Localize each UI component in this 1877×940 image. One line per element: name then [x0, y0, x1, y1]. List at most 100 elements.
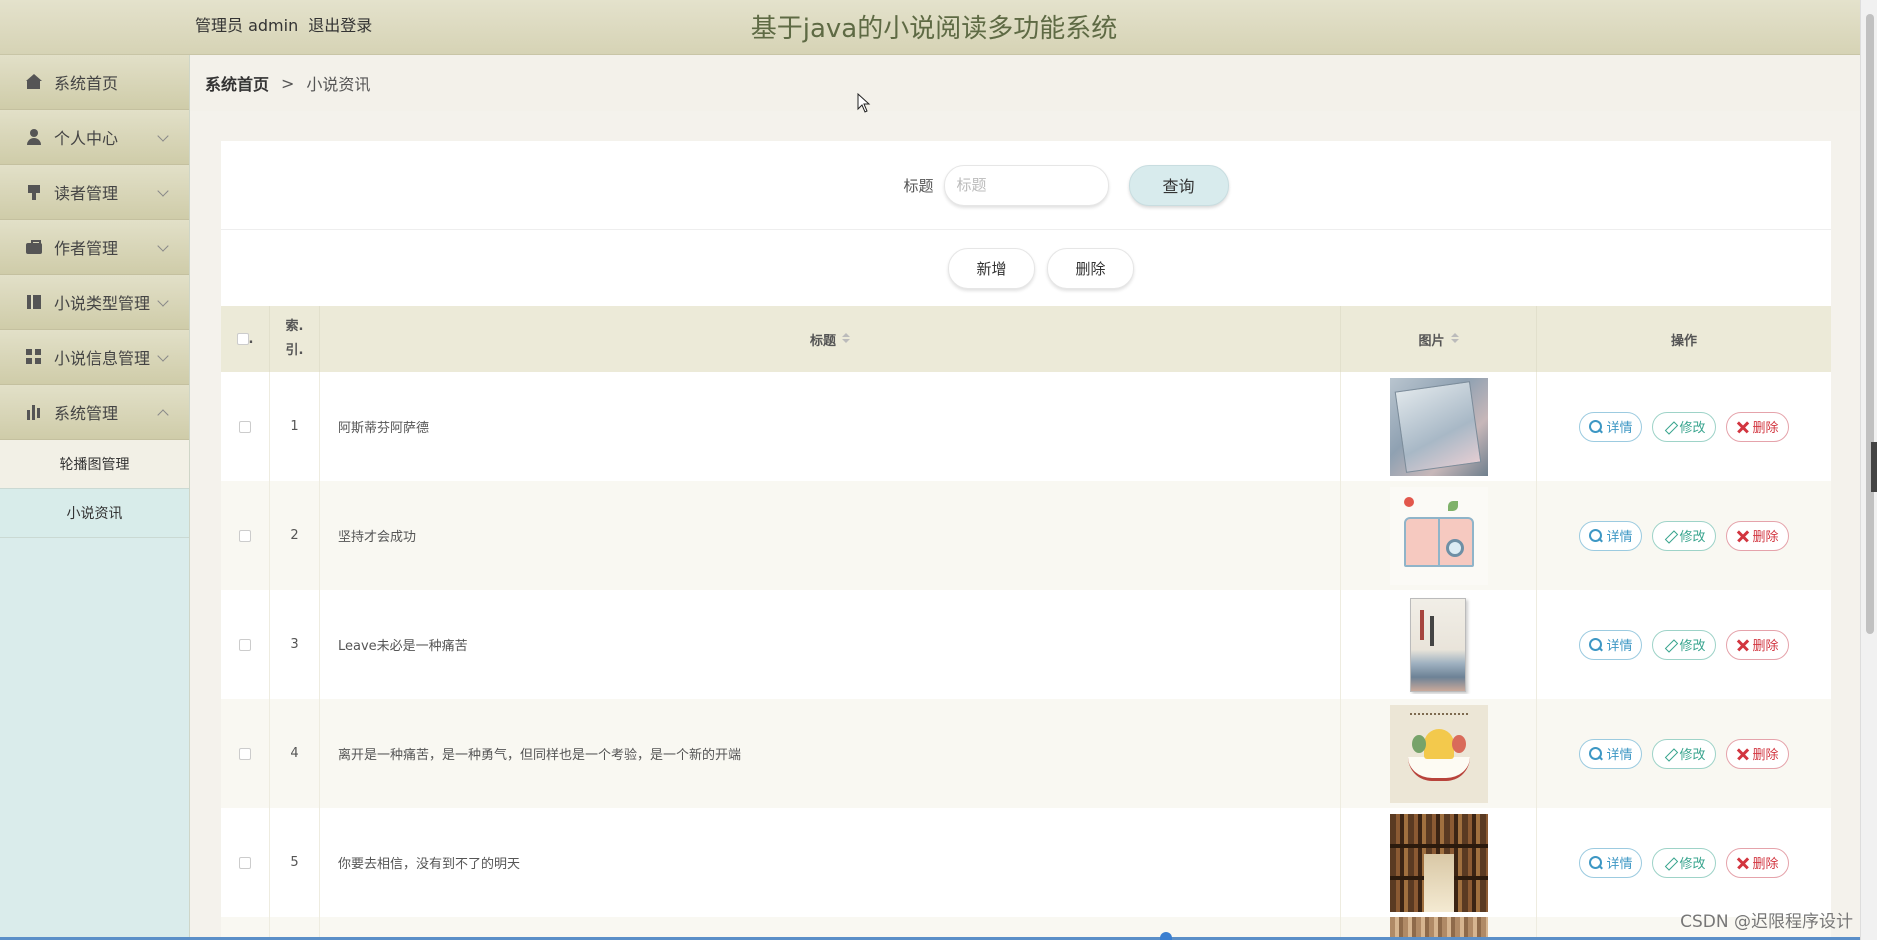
row-image-cell [1341, 481, 1537, 590]
table-header: . 索. 引. 标题 图片 操作 [221, 306, 1831, 372]
header-ops: 操作 [1670, 333, 1697, 349]
breadcrumb: 系统首页 > 小说资讯 [190, 55, 1860, 111]
row-index: 2 [270, 481, 320, 590]
edit-button[interactable]: 修改 [1652, 847, 1716, 878]
title-search-input[interactable] [943, 164, 1109, 206]
row-checkbox[interactable] [239, 638, 251, 651]
row-checkbox-cell [221, 808, 270, 917]
scrollbar-thumb[interactable] [1866, 14, 1874, 634]
sidebar-item-authors[interactable]: 作者管理 [0, 220, 189, 275]
edit-label: 修改 [1679, 639, 1706, 654]
table-row: 2 坚持才会成功 详情 修改 删除 [221, 481, 1831, 590]
sidebar-item-label: 读者管理 [54, 184, 119, 203]
header-image[interactable]: 图片 [1341, 306, 1537, 372]
query-button[interactable]: 查询 [1128, 164, 1229, 206]
row-checkbox[interactable] [239, 747, 251, 760]
row-index: 3 [270, 590, 320, 699]
header-index: 索. 引. [270, 306, 320, 372]
edit-label: 修改 [1679, 857, 1706, 872]
row-ops: 详情 修改 删除 [1537, 372, 1831, 481]
search-icon [1589, 746, 1603, 761]
detail-label: 详情 [1606, 748, 1633, 763]
sidebar-item-personal-center[interactable]: 个人中心 [0, 110, 189, 165]
detail-label: 详情 [1606, 857, 1633, 872]
row-title: Leave未必是一种痛苦 [320, 590, 1341, 699]
edit-button[interactable]: 修改 [1652, 738, 1716, 769]
pencil-icon [1662, 529, 1676, 543]
delete-label: 删除 [1752, 530, 1779, 545]
close-icon [1736, 638, 1750, 652]
book-icon [26, 294, 42, 310]
detail-label: 详情 [1606, 530, 1633, 545]
delete-button[interactable]: 删除 [1725, 847, 1789, 878]
close-icon [1736, 856, 1750, 870]
detail-button[interactable]: 详情 [1579, 411, 1643, 442]
sidebar-item-label: 个人中心 [54, 129, 119, 148]
sidebar-item-label: 系统管理 [54, 404, 119, 423]
edit-button[interactable]: 修改 [1652, 520, 1716, 551]
row-checkbox[interactable] [239, 529, 251, 542]
delete-label: 删除 [1752, 857, 1779, 872]
chevron-down-icon [157, 350, 169, 362]
briefcase-icon [26, 239, 42, 255]
delete-label: 删除 [1752, 421, 1779, 436]
add-button[interactable]: 新增 [948, 247, 1035, 289]
mouse-cursor-icon [857, 93, 871, 113]
row-title: 离开是一种痛苦，是一种勇气，但同样也是一个考验，是一个新的开端 [320, 699, 1341, 808]
sort-icon[interactable] [1450, 333, 1459, 345]
submenu-carousel[interactable]: 轮播图管理 [0, 440, 189, 489]
edit-button[interactable]: 修改 [1652, 629, 1716, 660]
vertical-scrollbar[interactable] [1860, 0, 1877, 940]
chevron-down-icon [157, 185, 169, 197]
detail-button[interactable]: 详情 [1579, 738, 1643, 769]
chevron-up-icon [157, 409, 169, 421]
row-ops: 详情 修改 删除 [1537, 699, 1831, 808]
row-checkbox[interactable] [239, 856, 251, 869]
header-image-label: 图片 [1418, 333, 1445, 349]
header-title-label: 标题 [809, 333, 836, 349]
header-title[interactable]: 标题 [320, 306, 1341, 372]
pencil-icon [1662, 856, 1676, 870]
breadcrumb-home[interactable]: 系统首页 [205, 71, 269, 95]
delete-button[interactable]: 删除 [1725, 738, 1789, 769]
sidebar-item-novel-info[interactable]: 小说信息管理 [0, 330, 189, 385]
batch-delete-button[interactable]: 删除 [1047, 247, 1134, 289]
novel-cover-image [1389, 377, 1488, 476]
search-icon [1589, 637, 1603, 652]
news-table: . 索. 引. 标题 图片 操作 1 阿斯蒂芬阿萨德 详情 修改 删除 2 坚持… [221, 306, 1831, 940]
top-header: 管理员 admin 退出登录 基于java的小说阅读多功能系统 [0, 0, 1860, 55]
grid-icon [26, 349, 42, 365]
delete-label: 删除 [1752, 639, 1779, 654]
sort-icon[interactable] [842, 333, 850, 345]
row-checkbox-cell [221, 699, 270, 808]
row-ops: 详情 修改 删除 [1537, 808, 1831, 917]
row-ops: 详情 修改 删除 [1537, 590, 1831, 699]
delete-label: 删除 [1752, 748, 1779, 763]
novel-cover-image [1389, 595, 1488, 694]
sidebar-item-system[interactable]: 系统管理 [0, 385, 189, 440]
detail-button[interactable]: 详情 [1579, 520, 1643, 551]
row-checkbox-cell [221, 481, 270, 590]
row-image-cell [1341, 699, 1537, 808]
detail-button[interactable]: 详情 [1579, 847, 1643, 878]
progress-handle[interactable] [1160, 932, 1172, 940]
row-checkbox[interactable] [239, 420, 251, 433]
submenu-novel-news[interactable]: 小说资讯 [0, 489, 189, 538]
row-title: 阿斯蒂芬阿萨德 [320, 372, 1341, 481]
header-checkbox-dot: . [248, 331, 254, 347]
delete-button[interactable]: 删除 [1725, 411, 1789, 442]
row-index: 5 [270, 808, 320, 917]
table-row: 4 离开是一种痛苦，是一种勇气，但同样也是一个考验，是一个新的开端 详情 修改 … [221, 699, 1831, 808]
delete-button[interactable]: 删除 [1725, 629, 1789, 660]
close-icon [1736, 747, 1750, 761]
edit-button[interactable]: 修改 [1652, 411, 1716, 442]
detail-button[interactable]: 详情 [1579, 629, 1643, 660]
sidebar-item-home[interactable]: 系统首页 [0, 55, 189, 110]
delete-button[interactable]: 删除 [1725, 520, 1789, 551]
sidebar-item-novel-types[interactable]: 小说类型管理 [0, 275, 189, 330]
row-checkbox-cell [221, 372, 270, 481]
edit-label: 修改 [1679, 421, 1706, 436]
sidebar-item-readers[interactable]: 读者管理 [0, 165, 189, 220]
table-row: 3 Leave未必是一种痛苦 详情 修改 删除 [221, 590, 1831, 699]
select-all-checkbox[interactable] [236, 333, 249, 345]
